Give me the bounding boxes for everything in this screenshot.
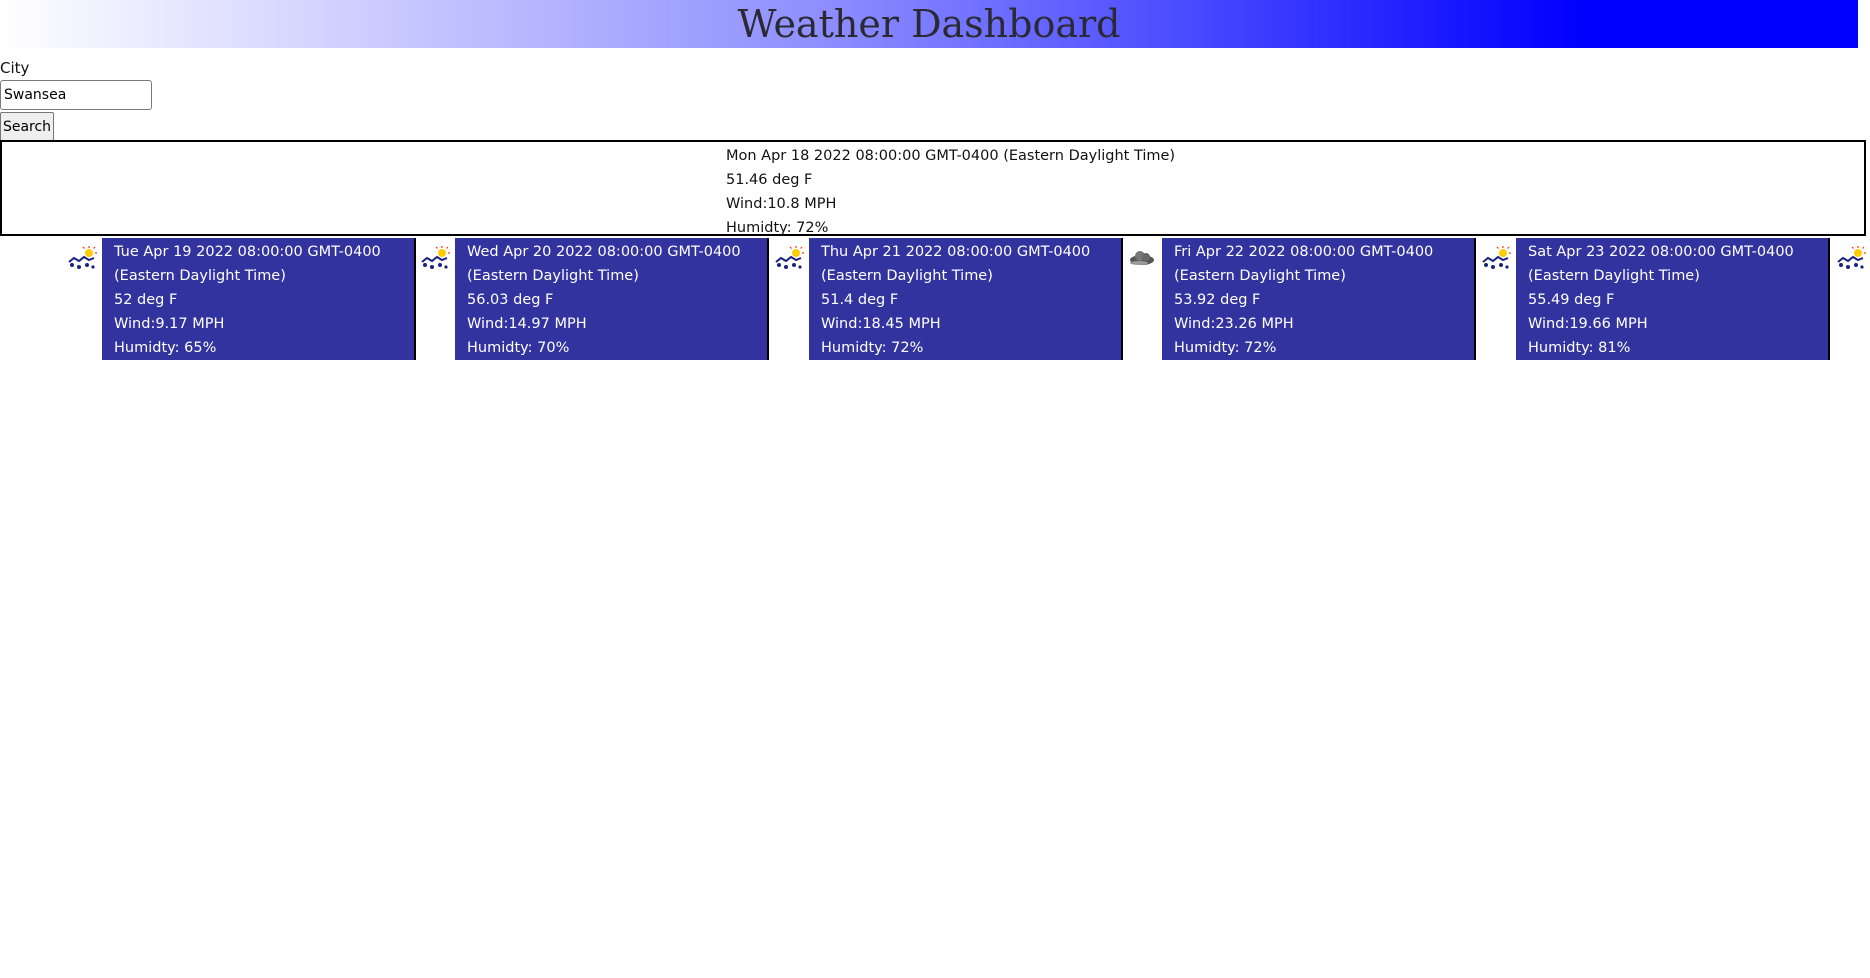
- forecast-wind: Wind:23.26 MPH: [1174, 316, 1294, 332]
- forecast-date-timezone: (Eastern Daylight Time): [1528, 268, 1700, 284]
- forecast-wind: Wind:9.17 MPH: [114, 316, 225, 332]
- forecast-date-timezone: (Eastern Daylight Time): [114, 268, 286, 284]
- page-header: Weather Dashboard: [0, 0, 1858, 48]
- current-weather-details: Mon Apr 18 2022 08:00:00 GMT-0400 (Easte…: [726, 144, 1175, 240]
- rain-sun-icon: [775, 246, 804, 269]
- forecast-date: Sat Apr 23 2022 08:00:00 GMT-0400: [1528, 244, 1794, 260]
- rain-sun-icon: [1482, 246, 1511, 269]
- forecast-humidity: Humidty: 72%: [821, 340, 924, 356]
- app-root: Weather Dashboard City Search Mon Apr 18…: [0, 0, 1870, 978]
- forecast-date: Wed Apr 20 2022 08:00:00 GMT-0400: [467, 244, 741, 260]
- forecast-row: Tue Apr 19 2022 08:00:00 GMT-0400 (Easte…: [0, 238, 1870, 360]
- forecast-wind: Wind:18.45 MPH: [821, 316, 941, 332]
- forecast-humidity: Humidty: 81%: [1528, 340, 1631, 356]
- forecast-humidity: Humidty: 65%: [114, 340, 217, 356]
- forecast-card-4: Fri Apr 22 2022 08:00:00 GMT-0400 (Easte…: [1162, 238, 1476, 360]
- current-humidity: Humidty: 72%: [726, 220, 829, 236]
- forecast-card-2: Wed Apr 20 2022 08:00:00 GMT-0400 (Easte…: [455, 238, 769, 360]
- city-label: City: [0, 59, 30, 77]
- forecast-humidity: Humidty: 70%: [467, 340, 570, 356]
- rain-sun-icon: [1837, 246, 1866, 269]
- current-weather: Mon Apr 18 2022 08:00:00 GMT-0400 (Easte…: [0, 140, 1866, 236]
- current-temperature: 51.46 deg F: [726, 172, 813, 188]
- rain-sun-icon: [68, 246, 97, 269]
- forecast-wind: Wind:14.97 MPH: [467, 316, 587, 332]
- cloud-icon: [1130, 251, 1154, 265]
- forecast-date: Fri Apr 22 2022 08:00:00 GMT-0400: [1174, 244, 1434, 260]
- current-date: Mon Apr 18 2022 08:00:00 GMT-0400 (Easte…: [726, 148, 1176, 164]
- forecast-card-5: Sat Apr 23 2022 08:00:00 GMT-0400 (Easte…: [1516, 238, 1830, 360]
- forecast-card-1: Tue Apr 19 2022 08:00:00 GMT-0400 (Easte…: [102, 238, 416, 360]
- forecast-date: Tue Apr 19 2022 08:00:00 GMT-0400: [114, 244, 381, 260]
- forecast-temperature: 55.49 deg F: [1528, 292, 1615, 308]
- forecast-wind: Wind:19.66 MPH: [1528, 316, 1648, 332]
- forecast-date: Thu Apr 21 2022 08:00:00 GMT-0400: [821, 244, 1091, 260]
- current-wind: Wind:10.8 MPH: [726, 196, 837, 212]
- forecast-temperature: 51.4 deg F: [821, 292, 899, 308]
- search-button[interactable]: Search: [0, 112, 54, 141]
- page-title: Weather Dashboard: [737, 2, 1121, 46]
- forecast-date-timezone: (Eastern Daylight Time): [467, 268, 639, 284]
- forecast-temperature: 56.03 deg F: [467, 292, 554, 308]
- forecast-temperature: 52 deg F: [114, 292, 178, 308]
- forecast-date-timezone: (Eastern Daylight Time): [821, 268, 993, 284]
- search-form: City Search: [0, 58, 152, 141]
- forecast-card-3: Thu Apr 21 2022 08:00:00 GMT-0400 (Easte…: [809, 238, 1123, 360]
- rain-sun-icon: [421, 246, 450, 269]
- city-input[interactable]: [0, 80, 152, 110]
- forecast-humidity: Humidty: 72%: [1174, 340, 1277, 356]
- forecast-temperature: 53.92 deg F: [1174, 292, 1261, 308]
- forecast-date-timezone: (Eastern Daylight Time): [1174, 268, 1346, 284]
